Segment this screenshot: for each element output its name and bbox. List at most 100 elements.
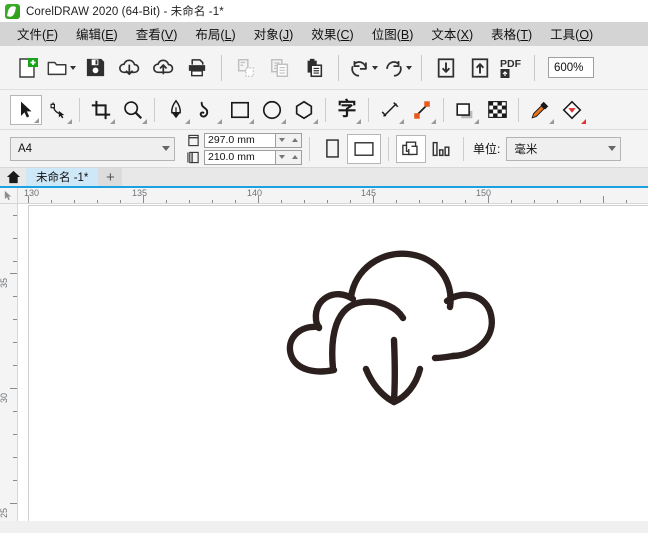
orientation-landscape-button[interactable] (347, 133, 381, 164)
page-bleed-button[interactable] (426, 135, 456, 163)
tool-fill-flyout-icon[interactable] (581, 118, 586, 124)
undo-dropdown-caret-icon[interactable] (372, 65, 378, 70)
document-tab-bar: 未命名 -1* + (0, 168, 648, 188)
document-tab[interactable]: 未命名 -1* (26, 168, 99, 186)
tool-crop-flyout-icon[interactable] (110, 118, 115, 124)
tool-polygon-flyout-icon[interactable] (313, 118, 318, 124)
spinner-up-icon[interactable] (291, 155, 298, 159)
cloud-download-drawing[interactable] (277, 243, 517, 433)
menu-item-text[interactable]: 文本(X) (422, 22, 482, 46)
menu-item-bitmap[interactable]: 位图(B) (363, 22, 423, 46)
undo-button[interactable] (346, 51, 380, 85)
tool-dimension-flyout-icon[interactable] (399, 118, 404, 124)
tool-freehand-flyout-icon[interactable] (185, 118, 190, 124)
cloud-upload-button[interactable] (146, 51, 180, 85)
cut-button[interactable] (229, 51, 263, 85)
tool-zoom-flyout-icon[interactable] (142, 118, 147, 124)
redo-dropdown-caret-icon[interactable] (406, 65, 412, 70)
page-width-spinner[interactable] (276, 132, 302, 148)
landscape-orientation-icon (354, 141, 374, 156)
horizontal-ruler[interactable]: 130 135 140 145 150 (18, 188, 648, 204)
eyedropper-icon (531, 101, 549, 119)
tool-transparency[interactable] (481, 95, 513, 125)
tool-connector-flyout-icon[interactable] (431, 118, 436, 124)
page-border-left (28, 205, 29, 521)
import-down-arrow-icon (437, 57, 455, 78)
tool-freehand[interactable] (160, 95, 192, 125)
new-document-button[interactable] (10, 51, 44, 85)
redo-button[interactable] (380, 51, 414, 85)
add-page-button[interactable]: + (98, 168, 123, 186)
page-size-select[interactable]: A4 (10, 136, 175, 161)
paste-clipboard-icon (307, 58, 323, 77)
pen-nib-icon (171, 99, 181, 118)
home-icon (6, 170, 20, 184)
page-height-spinner[interactable] (276, 149, 302, 165)
menu-item-view[interactable]: 查看(V) (127, 22, 187, 46)
page-height-icon (185, 150, 201, 165)
spinner-down-icon[interactable] (279, 138, 286, 142)
drawing-canvas[interactable] (19, 205, 648, 521)
menu-item-file[interactable]: 文件(F) (8, 22, 67, 46)
page-width-input[interactable]: 297.0 mm (204, 132, 276, 148)
cloud-download-button[interactable] (112, 51, 146, 85)
vertical-ruler[interactable]: 35 30 25 (0, 204, 18, 521)
shape-node-edit-icon (50, 101, 65, 118)
tool-artistic-media-flyout-icon[interactable] (217, 118, 222, 124)
open-dropdown-caret-icon[interactable] (70, 65, 76, 70)
tool-rectangle-flyout-icon[interactable] (249, 118, 254, 124)
zoom-level-input[interactable]: 600% (548, 57, 594, 78)
paste-button[interactable] (297, 51, 331, 85)
all-pages-button[interactable] (396, 134, 426, 163)
tool-ellipse-flyout-icon[interactable] (281, 118, 286, 124)
tool-rectangle[interactable] (224, 95, 256, 125)
tool-shape-flyout-icon[interactable] (67, 118, 72, 124)
ruler-label-v-2: 25 (0, 507, 9, 518)
menu-item-layout[interactable]: 布局(L) (186, 22, 244, 46)
tool-artistic-media[interactable] (192, 95, 224, 125)
tool-drop-shadow-flyout-icon[interactable] (474, 118, 479, 124)
tool-crop[interactable] (85, 95, 117, 125)
menu-item-table[interactable]: 表格(T) (482, 22, 541, 46)
home-tab-button[interactable] (0, 168, 26, 186)
arrow-pointer-icon (21, 101, 32, 117)
unit-select[interactable]: 毫米 (506, 136, 622, 161)
publish-pdf-button[interactable]: PDF (497, 51, 527, 85)
menu-item-object[interactable]: 对象(J) (245, 22, 303, 46)
ruler-origin-button[interactable] (0, 188, 18, 204)
tool-pick[interactable] (10, 94, 42, 125)
tool-zoom[interactable] (117, 95, 149, 125)
tool-shape[interactable] (42, 95, 74, 125)
tool-dimension[interactable] (374, 95, 406, 125)
menu-item-tools[interactable]: 工具(O) (541, 22, 602, 46)
tool-fill[interactable] (556, 95, 588, 125)
portrait-orientation-icon (325, 139, 339, 158)
menu-item-effects[interactable]: 效果(C) (302, 22, 362, 46)
toolbox-separator-1 (79, 97, 80, 122)
page-height-input[interactable]: 210.0 mm (204, 149, 276, 165)
print-button[interactable] (180, 51, 214, 85)
tool-text[interactable]: 字 (331, 95, 363, 125)
spinner-up-icon[interactable] (291, 138, 298, 142)
tool-polygon[interactable] (288, 95, 320, 125)
tool-drop-shadow[interactable] (449, 95, 481, 125)
tool-ellipse[interactable] (256, 95, 288, 125)
import-button[interactable] (429, 51, 463, 85)
unit-label: 单位: (473, 142, 501, 156)
tool-connector[interactable] (406, 95, 438, 125)
tool-color-eyedropper[interactable] (524, 95, 556, 125)
orientation-portrait-button[interactable] (317, 135, 347, 163)
chevron-down-icon (162, 146, 170, 151)
ruler-label-h-0: 130 (24, 188, 40, 198)
export-button[interactable] (463, 51, 497, 85)
tool-color-eyedropper-flyout-icon[interactable] (549, 118, 554, 124)
copy-button[interactable] (263, 51, 297, 85)
ruler-label-v-1: 30 (0, 392, 9, 403)
tool-text-flyout-icon[interactable] (356, 118, 361, 124)
open-document-button[interactable] (44, 51, 78, 85)
cloud-upload-icon (152, 59, 173, 75)
spinner-down-icon[interactable] (279, 155, 286, 159)
save-button[interactable] (78, 51, 112, 85)
menu-item-edit[interactable]: 编辑(E) (67, 22, 127, 46)
tool-pick-flyout-icon[interactable] (34, 117, 39, 123)
